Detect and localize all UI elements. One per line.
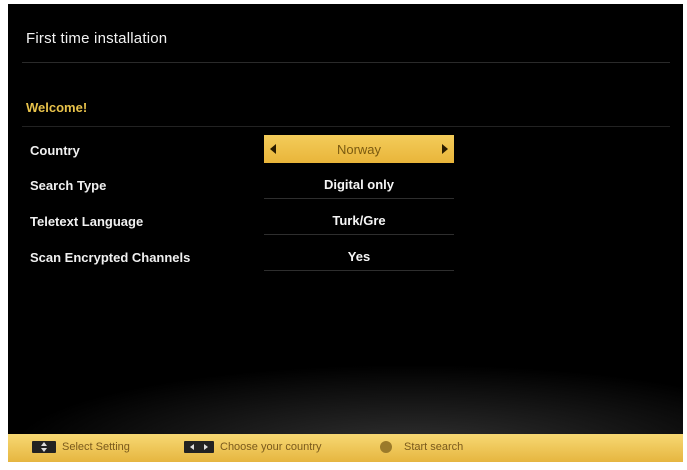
- background-glow: [8, 364, 683, 434]
- arrow-right-icon[interactable]: [442, 144, 448, 154]
- hint-choose-country: Choose your country: [184, 441, 322, 453]
- ok-key-icon: [380, 441, 392, 453]
- teletext-language-value[interactable]: Turk/Gre: [264, 206, 454, 235]
- up-down-key-icon: [32, 441, 56, 453]
- title-divider: [22, 62, 670, 63]
- hint-start-search: Start search: [380, 441, 463, 453]
- installation-screen: First time installation Welcome! Country…: [8, 4, 683, 462]
- setting-row-teletext-language[interactable]: Teletext Language Turk/Gre: [8, 206, 683, 240]
- setting-label: Search Type: [30, 178, 107, 193]
- welcome-divider: [22, 126, 670, 127]
- hint-text: Start search: [404, 441, 464, 453]
- setting-row-country[interactable]: Country Norway: [8, 135, 683, 169]
- left-right-key-icon: [184, 441, 214, 453]
- country-selector[interactable]: Norway: [264, 135, 454, 163]
- welcome-heading: Welcome!: [26, 100, 88, 115]
- setting-row-search-type[interactable]: Search Type Digital only: [8, 170, 683, 204]
- setting-value: Norway: [336, 141, 382, 157]
- setting-row-scan-encrypted[interactable]: Scan Encrypted Channels Yes: [8, 242, 683, 276]
- setting-label: Country: [30, 143, 80, 158]
- hint-select-setting: Select Setting: [32, 441, 130, 453]
- scan-encrypted-value[interactable]: Yes: [264, 242, 454, 271]
- page-title: First time installation: [26, 30, 168, 47]
- hint-text: Select Setting: [62, 441, 130, 453]
- hint-text: Choose your country: [220, 441, 322, 453]
- footer-hint-bar: Select Setting Choose your country Start…: [8, 434, 683, 462]
- search-type-value[interactable]: Digital only: [264, 170, 454, 199]
- setting-label: Teletext Language: [30, 214, 144, 229]
- arrow-left-icon[interactable]: [270, 144, 276, 154]
- setting-label: Scan Encrypted Channels: [30, 250, 191, 265]
